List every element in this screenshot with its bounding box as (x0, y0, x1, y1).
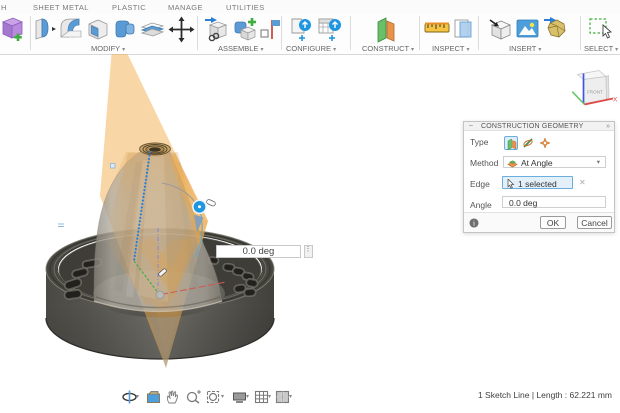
svg-text:X: X (613, 97, 618, 104)
svg-text:i: i (473, 219, 475, 227)
svg-text:FRONT: FRONT (587, 90, 603, 95)
